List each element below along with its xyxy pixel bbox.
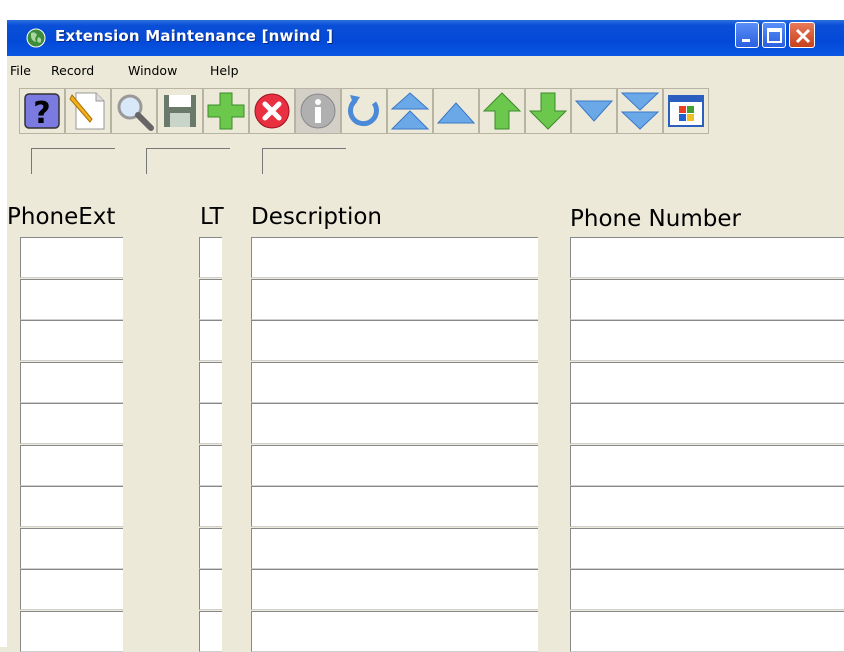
svg-text:?: ? — [33, 96, 50, 131]
new-record-button[interactable] — [65, 88, 111, 134]
field-phone-ext[interactable] — [20, 278, 123, 320]
delete-icon — [254, 93, 290, 129]
header-phone-number: Phone Number — [570, 206, 741, 232]
status-field-3 — [262, 148, 346, 174]
field-phone-number[interactable] — [570, 403, 844, 444]
last-record-button[interactable] — [617, 88, 663, 134]
previous-page-icon — [436, 102, 476, 124]
first-record-button[interactable] — [387, 88, 433, 134]
field-phone-number[interactable] — [570, 610, 844, 652]
add-button[interactable] — [203, 88, 249, 134]
search-icon — [117, 94, 154, 131]
menu-file[interactable]: File — [10, 63, 31, 78]
field-phone-ext[interactable] — [20, 569, 123, 610]
first-record-icon — [390, 92, 430, 130]
info-icon — [300, 93, 336, 129]
close-icon — [795, 28, 811, 44]
next-record-button[interactable] — [525, 88, 571, 134]
field-description[interactable] — [251, 361, 538, 403]
field-phone-number[interactable] — [570, 237, 844, 278]
save-icon — [164, 95, 196, 127]
field-phone-number[interactable] — [570, 278, 844, 320]
field-phone-ext[interactable] — [20, 527, 123, 569]
status-field-2 — [146, 148, 230, 174]
field-phone-ext[interactable] — [20, 237, 123, 278]
title-bar[interactable]: Extension Maintenance [nwind ] — [7, 0, 844, 56]
previous-page-button[interactable] — [433, 88, 479, 134]
menu-record[interactable]: Record — [51, 63, 94, 78]
field-description[interactable] — [251, 278, 538, 320]
field-lt[interactable] — [199, 237, 222, 278]
refresh-button[interactable] — [341, 88, 387, 134]
field-lt[interactable] — [199, 444, 222, 486]
field-lt[interactable] — [199, 610, 222, 652]
info-button[interactable] — [295, 88, 341, 134]
maximize-icon — [767, 28, 782, 43]
windows-button[interactable] — [663, 88, 709, 134]
window-left-border — [0, 0, 7, 647]
field-lt[interactable] — [199, 486, 222, 527]
help-button[interactable]: ? — [19, 88, 65, 134]
previous-record-button[interactable] — [479, 88, 525, 134]
next-page-button[interactable] — [571, 88, 617, 134]
next-page-icon — [574, 100, 614, 122]
refresh-icon — [348, 95, 379, 127]
field-lt[interactable] — [199, 569, 222, 610]
window-title: Extension Maintenance [nwind ] — [55, 27, 334, 45]
title-frame-top — [7, 0, 844, 20]
field-description[interactable] — [251, 403, 538, 444]
globe-icon — [26, 28, 46, 48]
field-description[interactable] — [251, 610, 538, 652]
add-icon — [207, 92, 245, 130]
header-phone-ext: PhoneExt — [7, 204, 116, 230]
field-lt[interactable] — [199, 527, 222, 569]
previous-record-icon — [482, 92, 522, 130]
next-record-icon — [528, 92, 568, 130]
header-description: Description — [251, 204, 382, 230]
field-lt[interactable] — [199, 278, 222, 320]
field-description[interactable] — [251, 569, 538, 610]
minimize-icon — [742, 39, 750, 42]
field-phone-ext[interactable] — [20, 320, 123, 361]
field-phone-ext[interactable] — [20, 610, 123, 652]
field-phone-number[interactable] — [570, 320, 844, 361]
field-phone-number[interactable] — [570, 444, 844, 486]
last-record-icon — [620, 92, 660, 130]
minimize-button[interactable] — [735, 22, 759, 48]
field-phone-ext[interactable] — [20, 403, 123, 444]
field-description[interactable] — [251, 486, 538, 527]
search-button[interactable] — [111, 88, 157, 134]
maximize-button[interactable] — [762, 22, 786, 48]
field-description[interactable] — [251, 237, 538, 278]
status-field-1 — [31, 148, 115, 174]
field-phone-ext[interactable] — [20, 444, 123, 486]
menu-bar: File Record Window Help — [7, 56, 844, 84]
field-phone-number[interactable] — [570, 569, 844, 610]
help-icon: ? — [24, 93, 60, 131]
field-phone-ext[interactable] — [20, 361, 123, 403]
windows-icon — [668, 95, 704, 127]
menu-window[interactable]: Window — [128, 63, 177, 78]
new-record-icon — [69, 92, 105, 130]
extension-maintenance-window: Extension Maintenance [nwind ] File Reco… — [7, 0, 844, 652]
header-lt: LT — [200, 204, 224, 230]
field-phone-number[interactable] — [570, 527, 844, 569]
field-description[interactable] — [251, 444, 538, 486]
menu-help[interactable]: Help — [210, 63, 239, 78]
field-phone-number[interactable] — [570, 486, 844, 527]
field-phone-number[interactable] — [570, 361, 844, 403]
field-lt[interactable] — [199, 320, 222, 361]
field-lt[interactable] — [199, 361, 222, 403]
field-phone-ext[interactable] — [20, 486, 123, 527]
field-lt[interactable] — [199, 403, 222, 444]
save-button[interactable] — [157, 88, 203, 134]
delete-button[interactable] — [249, 88, 295, 134]
field-description[interactable] — [251, 320, 538, 361]
close-button[interactable] — [789, 22, 815, 48]
field-description[interactable] — [251, 527, 538, 569]
